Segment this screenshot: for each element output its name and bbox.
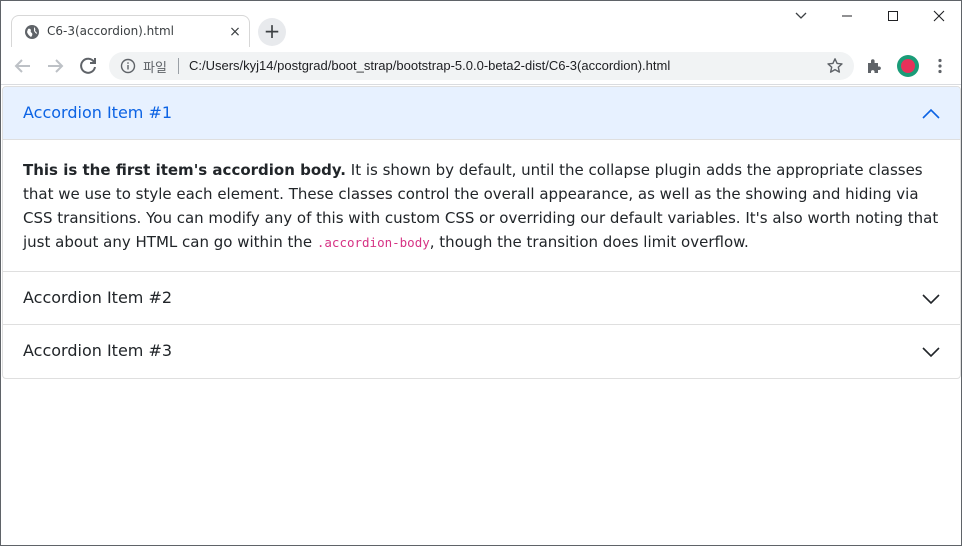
tab-search-button[interactable] <box>778 1 824 31</box>
tab-close-icon[interactable]: × <box>227 24 243 40</box>
accordion-title: Accordion Item #1 <box>23 103 173 122</box>
kebab-menu-icon[interactable] <box>931 57 949 75</box>
accordion-item-2: Accordion Item #2 <box>3 272 960 325</box>
browser-window: C6-3(accordion).html × + 파일 C:/Users/kyj… <box>0 0 962 546</box>
globe-icon <box>25 25 39 39</box>
file-scheme-label: 파일 <box>143 61 167 76</box>
accordion-body-1: This is the first item's accordion body.… <box>3 140 960 272</box>
new-tab-button[interactable]: + <box>258 18 286 46</box>
chevron-down-icon <box>922 347 940 358</box>
maximize-button[interactable] <box>870 1 916 31</box>
minimize-icon <box>842 15 852 17</box>
accordion-body-code: .accordion-body <box>316 235 430 250</box>
maximize-icon <box>888 11 898 21</box>
extensions-puzzle-icon[interactable] <box>865 57 883 75</box>
chevron-down-icon <box>922 294 940 305</box>
accordion: Accordion Item #1 This is the first item… <box>2 86 961 379</box>
back-arrow-icon[interactable] <box>11 54 35 78</box>
close-window-button[interactable] <box>916 1 961 31</box>
omnibox-divider <box>178 58 179 74</box>
url-text[interactable]: C:/Users/kyj14/postgrad/boot_strap/boots… <box>189 58 670 73</box>
accordion-title: Accordion Item #3 <box>23 341 173 360</box>
accordion-title: Accordion Item #2 <box>23 288 173 307</box>
accordion-button-2[interactable]: Accordion Item #2 <box>3 272 960 325</box>
profile-avatar[interactable] <box>897 55 919 77</box>
accordion-button-1[interactable]: Accordion Item #1 <box>3 87 960 140</box>
accordion-body-text-end: , though the transition does limit overf… <box>429 233 749 251</box>
bookmark-star-icon[interactable] <box>826 57 844 75</box>
accordion-button-3[interactable]: Accordion Item #3 <box>3 325 960 378</box>
accordion-body-strong: This is the first item's accordion body. <box>23 161 347 179</box>
profile-avatar-inner <box>901 59 915 73</box>
chevron-down-icon <box>795 12 807 19</box>
reload-icon[interactable] <box>76 54 100 78</box>
info-icon[interactable] <box>120 58 136 74</box>
accordion-item-3: Accordion Item #3 <box>3 325 960 378</box>
page-content: Accordion Item #1 This is the first item… <box>1 85 961 545</box>
close-icon <box>933 10 945 22</box>
minimize-button[interactable] <box>824 1 870 31</box>
forward-arrow-icon[interactable] <box>43 54 67 78</box>
chevron-up-icon <box>922 108 940 119</box>
browser-toolbar: 파일 C:/Users/kyj14/postgrad/boot_strap/bo… <box>1 47 961 85</box>
tab-strip: C6-3(accordion).html × + <box>1 1 961 47</box>
address-bar[interactable]: 파일 C:/Users/kyj14/postgrad/boot_strap/bo… <box>109 52 854 80</box>
accordion-item-1: Accordion Item #1 This is the first item… <box>3 87 960 272</box>
browser-tab[interactable]: C6-3(accordion).html × <box>11 15 250 47</box>
tab-title: C6-3(accordion).html <box>47 24 175 38</box>
